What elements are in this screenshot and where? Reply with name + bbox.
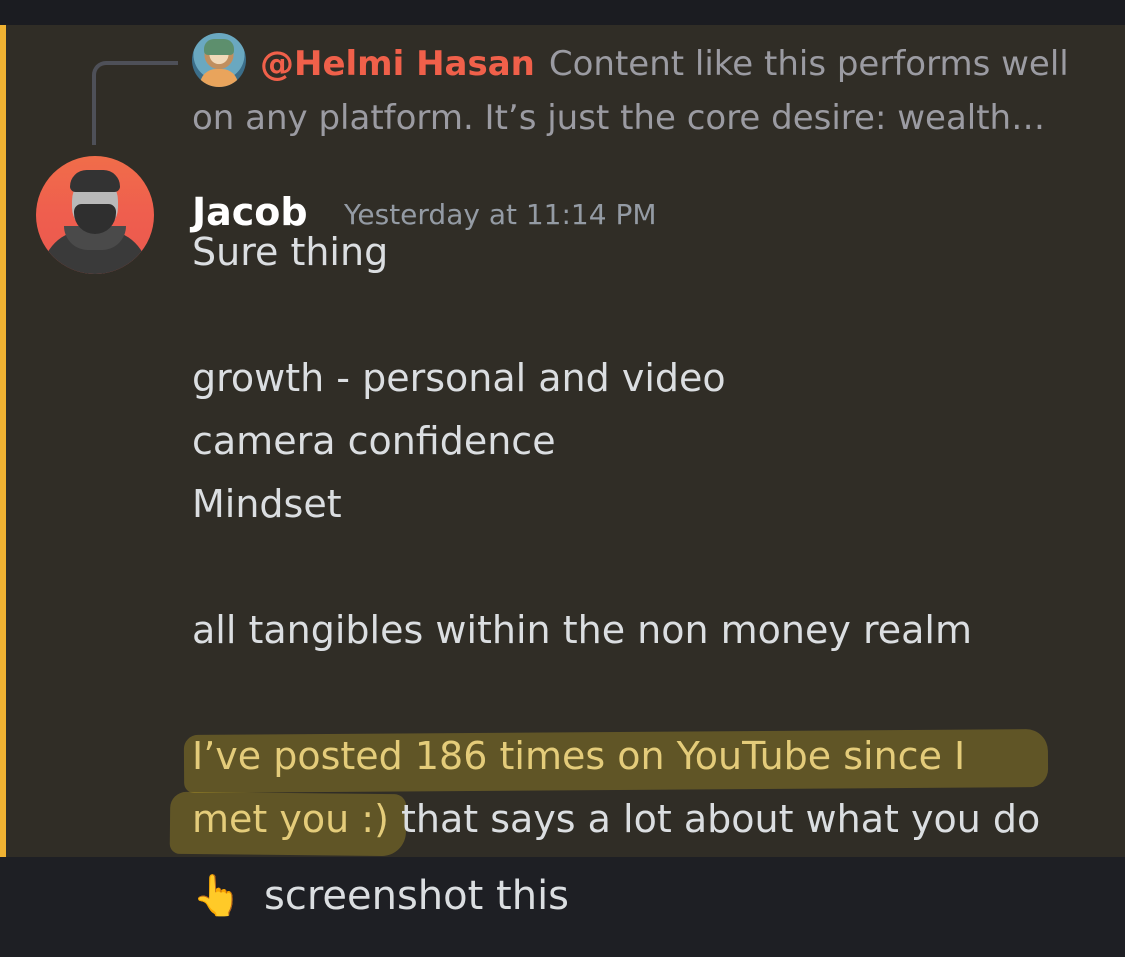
- message-line: camera confidence: [192, 419, 556, 463]
- message-line: all tangibles within the non money realm: [192, 608, 972, 652]
- avatar-hat: [204, 39, 234, 55]
- message-line-highlighted: I’ve posted 186 times on YouTube since I: [192, 734, 966, 778]
- author-avatar[interactable]: [36, 156, 154, 274]
- message-line: Sure thing: [192, 230, 389, 274]
- caption: 👆 screenshot this: [192, 868, 569, 924]
- message-timestamp[interactable]: Yesterday at 11:14 PM: [344, 195, 657, 235]
- pointing-up-icon: 👆: [192, 873, 242, 919]
- mention-highlight-bar: [0, 25, 6, 857]
- avatar-shirt: [200, 69, 238, 87]
- caption-text: screenshot this: [264, 873, 570, 919]
- avatar-hair: [70, 170, 120, 192]
- message-text: that says a lot about what you do: [388, 797, 1041, 841]
- message-line: met you :) that says a lot about what yo…: [192, 794, 1040, 844]
- message-line: Mindset: [192, 482, 342, 526]
- reply-avatar[interactable]: [192, 33, 246, 87]
- highlighted-text: met you :): [192, 797, 389, 841]
- reply-preview-text-2: on any platform. It’s just the core desi…: [192, 98, 1046, 138]
- message-line: growth - personal and video: [192, 356, 726, 400]
- reply-preview[interactable]: @Helmi Hasan Content like this performs w…: [192, 37, 1102, 145]
- message[interactable]: @Helmi Hasan Content like this performs w…: [0, 25, 1125, 857]
- reply-preview-text-1: Content like this performs well: [548, 44, 1069, 84]
- reply-spine: [92, 61, 178, 145]
- top-strip: [0, 0, 1125, 25]
- reply-author[interactable]: @Helmi Hasan: [260, 44, 535, 84]
